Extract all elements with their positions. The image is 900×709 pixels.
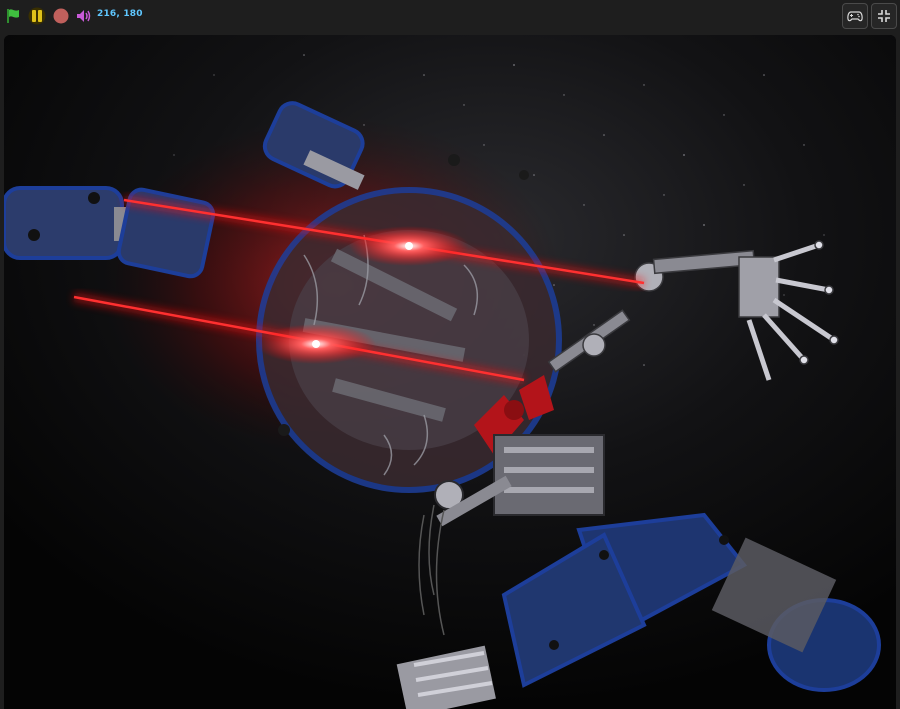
robot-scene bbox=[4, 35, 896, 709]
stop-icon[interactable] bbox=[52, 7, 70, 25]
speaker-icon[interactable] bbox=[75, 7, 93, 25]
gamepad-icon bbox=[847, 11, 863, 22]
controller-button[interactable] bbox=[842, 3, 868, 29]
green-flag-icon[interactable] bbox=[4, 7, 22, 25]
exit-fullscreen-icon bbox=[878, 10, 890, 22]
game-toolbar: 216, 180 bbox=[0, 0, 900, 33]
pause-icon[interactable] bbox=[28, 7, 46, 25]
fullscreen-button[interactable] bbox=[871, 3, 897, 29]
game-stage[interactable] bbox=[4, 35, 896, 709]
mouse-coordinates: 216, 180 bbox=[97, 9, 143, 19]
